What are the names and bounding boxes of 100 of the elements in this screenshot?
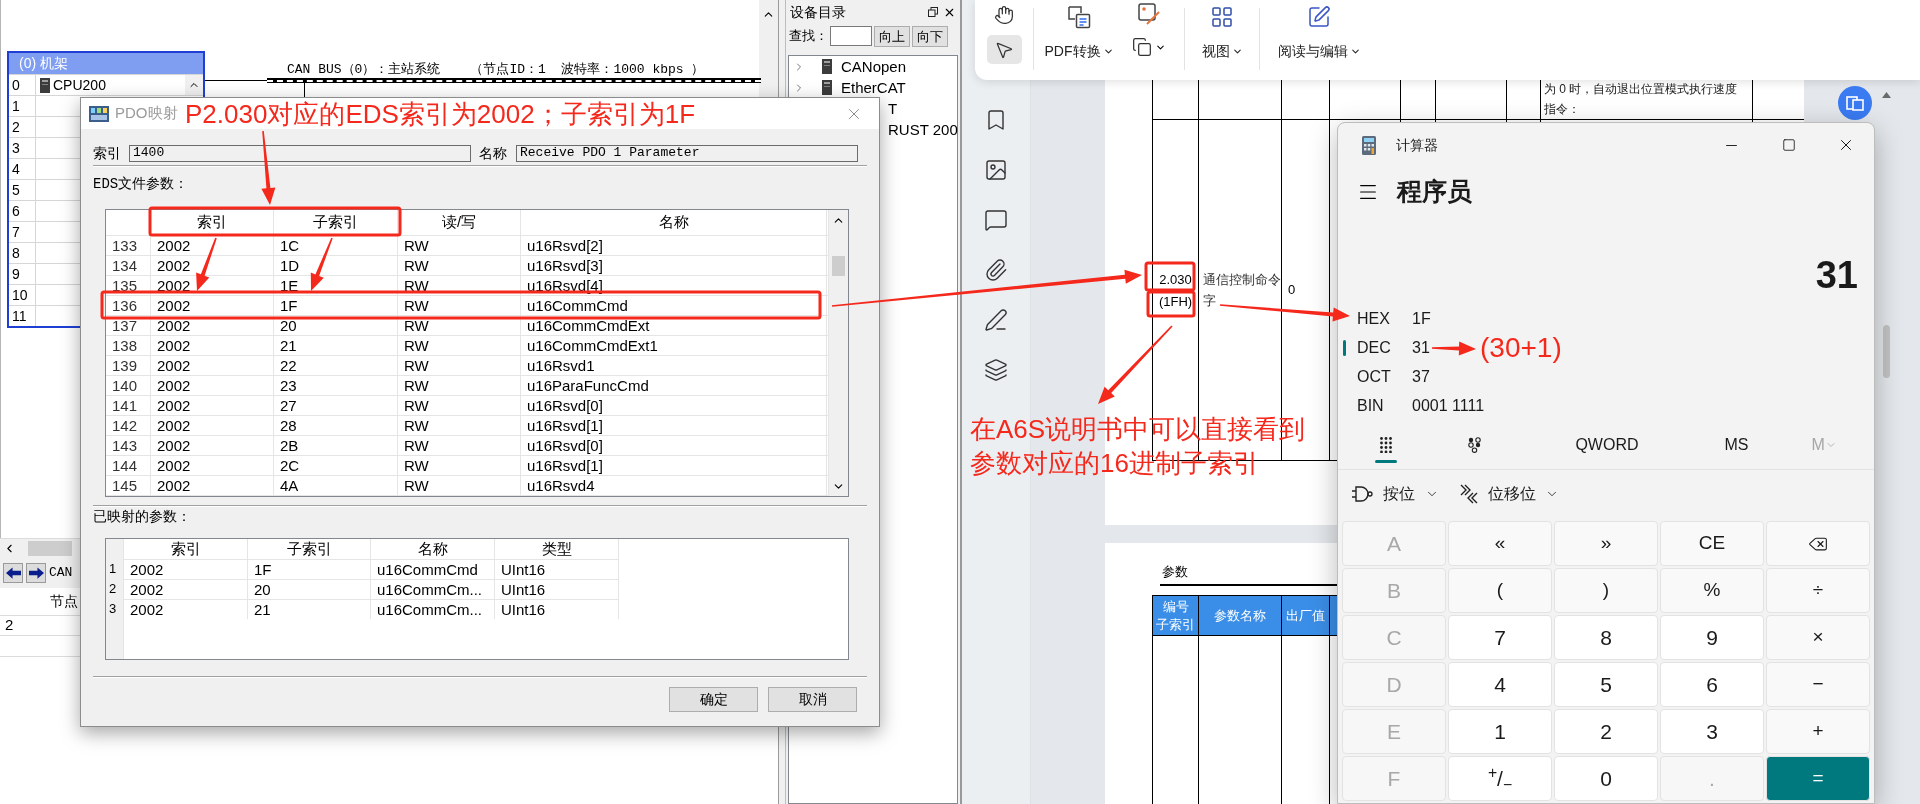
section-label: EDS文件参数： bbox=[93, 175, 189, 193]
calculator-key[interactable]: » bbox=[1554, 521, 1658, 566]
calculator-key[interactable]: − bbox=[1766, 662, 1870, 707]
calculator-key[interactable]: 7 bbox=[1448, 615, 1552, 660]
radix-option[interactable]: DEC 31 bbox=[1338, 333, 1434, 362]
pen-icon[interactable] bbox=[984, 308, 1008, 332]
tree-item[interactable]: RUST 200 bbox=[888, 121, 958, 138]
arrow-right-icon[interactable] bbox=[26, 563, 46, 583]
radix-option[interactable]: OCT 37 bbox=[1338, 362, 1434, 391]
radix-option[interactable]: BIN 0001 1111 bbox=[1338, 391, 1489, 420]
column-header: 编号 子索引 bbox=[1156, 597, 1195, 634]
calculator-key[interactable]: « bbox=[1448, 521, 1552, 566]
calculator-key[interactable]: 2 bbox=[1554, 709, 1658, 754]
annotation-text: P2.030对应的EDS索引为2002；子索引为1F bbox=[185, 99, 696, 129]
cancel-button[interactable]: 取消 bbox=[768, 687, 857, 712]
row-number: 136 bbox=[106, 296, 151, 315]
index-field[interactable]: 1400 bbox=[129, 144, 471, 162]
arrow-left-icon[interactable] bbox=[3, 563, 23, 583]
memory-button[interactable]: MS bbox=[1698, 425, 1775, 465]
calculator-key[interactable]: 6 bbox=[1660, 662, 1764, 707]
calculator-key[interactable]: + bbox=[1766, 709, 1870, 754]
table-cell: 2002 bbox=[151, 296, 274, 315]
slot-number: 4 bbox=[9, 159, 36, 179]
row-number: 139 bbox=[106, 356, 151, 375]
calculator-key[interactable]: 8 bbox=[1554, 615, 1658, 660]
table-cell: 2002 bbox=[151, 316, 274, 335]
module-name: CPU200 bbox=[53, 76, 106, 94]
row-number: 145 bbox=[106, 476, 151, 495]
scroll-thumb[interactable] bbox=[28, 541, 72, 556]
column-header: 子索引 bbox=[274, 210, 398, 235]
row-number: 140 bbox=[106, 376, 151, 395]
table-cell: u16CommCm... bbox=[371, 579, 495, 599]
table-cell: RW bbox=[398, 356, 521, 375]
copy-icon[interactable] bbox=[1132, 37, 1152, 57]
ok-button[interactable]: 确定 bbox=[669, 687, 758, 712]
radix-option[interactable]: HEX 1F bbox=[1338, 304, 1435, 333]
calculator-key[interactable]: 0 bbox=[1554, 756, 1658, 801]
slot-number: 9 bbox=[9, 264, 36, 284]
dropdown-menu-button[interactable]: 位移位 bbox=[1459, 482, 1559, 506]
image-edit-icon[interactable] bbox=[1138, 3, 1160, 25]
restore-icon[interactable] bbox=[928, 7, 938, 17]
nav-button[interactable]: 向上 bbox=[874, 25, 910, 47]
paperclip-icon[interactable] bbox=[984, 258, 1008, 282]
calculator-key[interactable]: 3 bbox=[1660, 709, 1764, 754]
word-size-button[interactable]: QWORD bbox=[1515, 425, 1699, 465]
search-field[interactable] bbox=[830, 26, 872, 46]
vertical-scrollbar[interactable] bbox=[828, 210, 848, 496]
calculator-key[interactable]: = bbox=[1766, 756, 1870, 801]
table-cell: RW bbox=[398, 336, 521, 355]
field-label: 索引 bbox=[93, 143, 121, 163]
panel-title: 设备目录 bbox=[790, 3, 846, 21]
tree-item[interactable]: EtherCAT bbox=[841, 79, 906, 96]
row-number: 2 bbox=[108, 580, 118, 598]
table-cell: 2002 bbox=[124, 599, 248, 619]
table-cell: 2B bbox=[274, 436, 398, 455]
highlight-box bbox=[1146, 290, 1196, 318]
dialog-title: PDO映射 bbox=[115, 103, 178, 124]
name-field[interactable]: Receive PDO 1 Parameter bbox=[516, 144, 858, 162]
tree-item[interactable]: T bbox=[888, 100, 898, 117]
row-number: 133 bbox=[106, 236, 151, 255]
table-cell: RW bbox=[398, 416, 521, 435]
table-cell: 27 bbox=[274, 396, 398, 415]
slot-number: 1 bbox=[9, 96, 36, 116]
tree-item[interactable]: CANopen bbox=[841, 58, 907, 75]
image-icon[interactable] bbox=[984, 158, 1008, 182]
slot-number: 11 bbox=[9, 306, 36, 326]
table-cell: u16CommCmdExt bbox=[521, 316, 827, 335]
calculator-key[interactable]: 9 bbox=[1660, 615, 1764, 660]
calculator-key[interactable]: 5 bbox=[1554, 662, 1658, 707]
slot-number: 8 bbox=[9, 243, 36, 263]
table-cell: 2002 bbox=[151, 456, 274, 475]
document-convert-icon bbox=[1067, 5, 1091, 29]
layers-icon[interactable] bbox=[984, 358, 1008, 382]
calculator-key[interactable]: $^{+}$/$_{−}$ bbox=[1448, 756, 1552, 801]
row-number: 137 bbox=[106, 316, 151, 335]
nav-button[interactable]: 向下 bbox=[912, 25, 948, 47]
read-edit-button[interactable]: 阅读与编辑 bbox=[1260, 0, 1378, 61]
calculator-key[interactable]: ( bbox=[1448, 568, 1552, 613]
table-cell: u16Rsvd[1] bbox=[521, 416, 827, 435]
calculator-key[interactable]: × bbox=[1766, 615, 1870, 660]
convert-button[interactable]: PDF转换 bbox=[1034, 0, 1124, 61]
pointer-tool-icon[interactable] bbox=[986, 35, 1022, 64]
maximize-icon[interactable] bbox=[1781, 138, 1796, 152]
calculator-key[interactable]: 1 bbox=[1448, 709, 1552, 754]
calculator-key[interactable]: ) bbox=[1554, 568, 1658, 613]
scroll-thumb[interactable] bbox=[832, 256, 845, 276]
calculator-key[interactable]: % bbox=[1660, 568, 1764, 613]
calculator-key[interactable]: 4 bbox=[1448, 662, 1552, 707]
display-value: 31 bbox=[1815, 253, 1858, 298]
calculator-key[interactable]: ÷ bbox=[1766, 568, 1870, 613]
row-number: 142 bbox=[106, 416, 151, 435]
column-header: 出厂值 bbox=[1286, 606, 1325, 625]
dropdown-menu-button[interactable]: 按位 bbox=[1338, 482, 1439, 506]
scroll-thumb[interactable] bbox=[1883, 325, 1890, 378]
slot-number: 5 bbox=[9, 180, 36, 200]
row-number: 141 bbox=[106, 396, 151, 415]
comment-icon[interactable] bbox=[984, 208, 1008, 232]
column-header: 参数名称 bbox=[1214, 606, 1266, 625]
calculator-key[interactable]: CE bbox=[1660, 521, 1764, 566]
view-button[interactable]: 视图 bbox=[1185, 0, 1259, 61]
